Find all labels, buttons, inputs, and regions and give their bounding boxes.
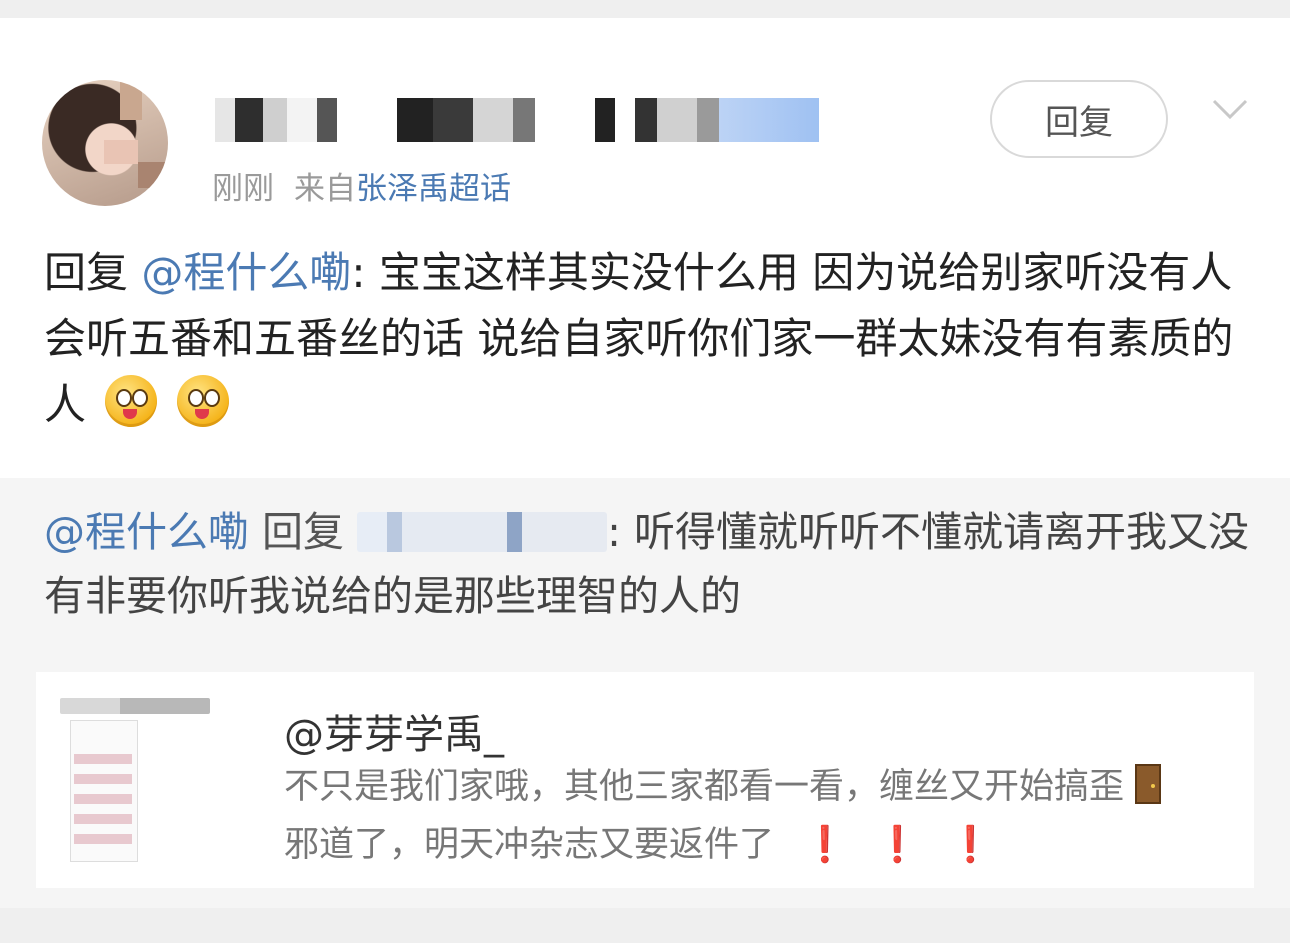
reposted-comment[interactable]: @程什么嘞 回复 : 听得懂就听听不懂就请离开我又没有非要你听我说给的是那些理智… [0, 478, 1290, 908]
repost-mention-link[interactable]: @程什么嘞 [44, 508, 249, 556]
source-label: 来自 [294, 171, 356, 207]
exclamation-icon: ❗ [875, 825, 920, 865]
quoted-post-text: 不只是我们家哦，其他三家都看一看，缠丝又开始搞歪 邪道了，明天冲杂志又要返件了 … [284, 758, 1204, 874]
quoted-post-thumbnail[interactable] [52, 694, 232, 884]
exclamation-icon: ❗ [948, 825, 993, 865]
post-meta: 刚刚 来自张泽禹超话 [212, 163, 511, 208]
repost-reply-word: 回复 [262, 508, 345, 556]
tongue-face-emoji-icon [105, 375, 158, 427]
reply-button[interactable]: 回复 [990, 80, 1168, 158]
post-time: 刚刚 [212, 171, 274, 207]
tongue-face-emoji-icon [176, 375, 229, 427]
blurred-username[interactable] [215, 98, 819, 142]
user-avatar[interactable] [42, 80, 168, 206]
quoted-post[interactable]: @芽芽学禹_ 不只是我们家哦，其他三家都看一看，缠丝又开始搞歪 邪道了，明天冲杂… [36, 672, 1254, 888]
chevron-down-icon[interactable] [1212, 98, 1248, 120]
quoted-line-1: 不只是我们家哦，其他三家都看一看，缠丝又开始搞歪 [284, 767, 1125, 807]
weibo-comment-card: 刚刚 来自张泽禹超话 回复 回复 @程什么嘞: 宝宝这样其实没什么用 因为说给别家… [0, 18, 1290, 908]
mention-link[interactable]: @程什么嘞 [141, 248, 351, 297]
quoted-line-2: 邪道了，明天冲杂志又要返件了 [284, 825, 775, 865]
super-topic-link[interactable]: 张泽禹超话 [356, 171, 511, 207]
reply-word: 回复 [44, 248, 129, 297]
comment-body: 回复 @程什么嘞: 宝宝这样其实没什么用 因为说给别家听没有人会听五番和五番丝的… [44, 240, 1254, 438]
quoted-post-author[interactable]: @芽芽学禹_ [284, 702, 504, 760]
blurred-mention[interactable] [357, 512, 608, 552]
exclamation-icon: ❗ [803, 825, 847, 865]
door-emoji-icon [1135, 764, 1162, 804]
repost-body: @程什么嘞 回复 : 听得懂就听听不懂就请离开我又没有非要你听我说给的是那些理智… [44, 500, 1254, 628]
